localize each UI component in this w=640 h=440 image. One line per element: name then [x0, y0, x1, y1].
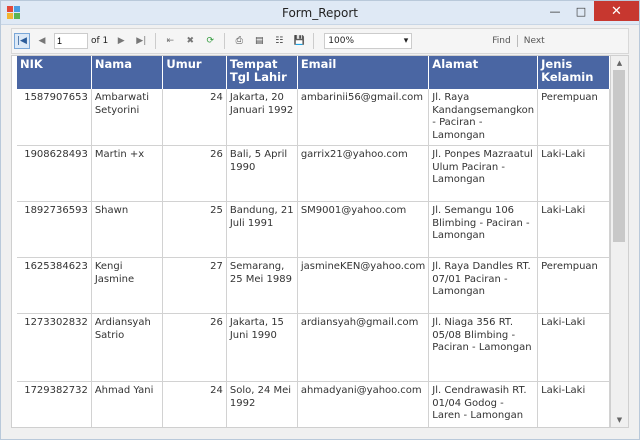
cell-ttl: Jakarta, 15 Juni 1990 [226, 313, 298, 382]
cell-nik: 1729382732 [17, 381, 92, 427]
column-header-ttl: Tempat Tgl Lahir [226, 56, 298, 89]
zoom-select[interactable]: 100% ▾ [324, 33, 413, 49]
cell-alamat: Jl. Niaga 356 RT. 05/08 Blimbing - Pacir… [428, 313, 539, 382]
toolbar-separator [224, 33, 226, 49]
cell-umur: 26 [162, 145, 227, 202]
cell-jenis-kelamin: Laki-Laki [537, 145, 610, 202]
page-count-label: of 1 [91, 36, 109, 46]
cell-umur: 24 [162, 381, 227, 427]
report-window: Form_Report — □ ✕ |◀ ◀ of 1 ▶ ▶| ⇤ ✖ ⟳ ⎙… [0, 0, 640, 440]
column-header-umur: Umur [162, 56, 227, 89]
cell-ttl: Jakarta, 20 Januari 1992 [226, 89, 298, 146]
chevron-down-icon: ▾ [403, 36, 409, 46]
next-page-icon[interactable]: ▶ [113, 33, 129, 49]
report-viewer[interactable]: NIK Nama Umur Tempat Tgl Lahir Email Ala… [11, 55, 611, 428]
minimize-icon[interactable]: — [542, 1, 568, 21]
stop-icon[interactable]: ✖ [182, 33, 198, 49]
cell-alamat: Jl. Ponpes Mazraatul Ulum Paciran - Lamo… [428, 145, 539, 202]
zoom-value: 100% [328, 36, 354, 46]
cell-jenis-kelamin: Perempuan [537, 257, 610, 314]
cell-nama: Martin +x [91, 145, 164, 202]
cell-email: jasmineKEN@yahoo.com [297, 257, 430, 314]
cell-jenis-kelamin: Laki-Laki [537, 313, 610, 382]
cell-umur: 27 [162, 257, 227, 314]
back-icon[interactable]: ⇤ [162, 33, 178, 49]
column-header-nama: Nama [91, 56, 164, 89]
report-toolbar: |◀ ◀ of 1 ▶ ▶| ⇤ ✖ ⟳ ⎙ ▤ ☷ 💾 100% ▾ Find… [11, 28, 629, 54]
cell-nama: Ahmad Yani [91, 381, 164, 427]
cell-ttl: Bandung, 21 Juli 1991 [226, 201, 298, 258]
cell-ttl: Semarang, 25 Mei 1989 [226, 257, 298, 314]
scroll-up-icon[interactable]: ▲ [611, 56, 628, 70]
cell-nik: 1908628493 [17, 145, 92, 202]
cell-nama: Shawn [91, 201, 164, 258]
cell-umur: 26 [162, 313, 227, 382]
maximize-icon[interactable]: □ [568, 1, 594, 21]
next-link[interactable]: Next [524, 36, 545, 46]
cell-nama: Kengi Jasmine [91, 257, 164, 314]
cell-jenis-kelamin: Laki-Laki [537, 381, 610, 427]
page-setup-icon[interactable]: ☷ [271, 33, 287, 49]
cell-email: ardiansyah@gmail.com [297, 313, 430, 382]
cell-email: garrix21@yahoo.com [297, 145, 430, 202]
table-row: 1587907653 Ambarwati Setyorini 24 Jakart… [17, 89, 610, 146]
cell-nik: 1625384623 [17, 257, 92, 314]
cell-alamat: Jl. Cendrawasih RT. 01/04 Godog - Laren … [428, 381, 539, 427]
find-separator [516, 35, 518, 47]
column-header-email: Email [297, 56, 430, 89]
table-row: 1625384623 Kengi Jasmine 27 Semarang, 25… [17, 257, 610, 314]
refresh-icon[interactable]: ⟳ [202, 33, 218, 49]
print-layout-icon[interactable]: ▤ [251, 33, 267, 49]
title-bar[interactable]: Form_Report — □ ✕ [1, 1, 639, 25]
toolbar-separator [155, 33, 157, 49]
vertical-scrollbar[interactable]: ▲ ▼ [611, 55, 629, 428]
table-row: 1892736593 Shawn 25 Bandung, 21 Juli 199… [17, 201, 610, 258]
cell-nama: Ambarwati Setyorini [91, 89, 164, 146]
cell-alamat: Jl. Semangu 106 Blimbing - Paciran - Lam… [428, 201, 539, 258]
cell-ttl: Bali, 5 April 1990 [226, 145, 298, 202]
cell-email: ambarinii56@gmail.com [297, 89, 430, 146]
first-page-icon[interactable]: |◀ [14, 33, 30, 49]
export-icon[interactable]: 💾 [291, 33, 307, 49]
cell-email: SM9001@yahoo.com [297, 201, 430, 258]
cell-nik: 1587907653 [17, 89, 92, 146]
close-icon[interactable]: ✕ [594, 1, 639, 21]
cell-nik: 1273302832 [17, 313, 92, 382]
table-row: 1908628493 Martin +x 26 Bali, 5 April 19… [17, 145, 610, 202]
cell-nik: 1892736593 [17, 201, 92, 258]
table-row: 1729382732 Ahmad Yani 24 Solo, 24 Mei 19… [17, 381, 610, 427]
table-row: 1273302832 Ardiansyah Satrio 26 Jakarta,… [17, 313, 610, 382]
print-icon[interactable]: ⎙ [231, 33, 247, 49]
table-header-row: NIK Nama Umur Tempat Tgl Lahir Email Ala… [17, 56, 610, 89]
find-link[interactable]: Find [492, 36, 510, 46]
cell-ttl: Solo, 24 Mei 1992 [226, 381, 298, 427]
cell-nama: Ardiansyah Satrio [91, 313, 164, 382]
column-header-jenis-kelamin: Jenis Kelamin [537, 56, 610, 89]
report-table: NIK Nama Umur Tempat Tgl Lahir Email Ala… [17, 56, 610, 427]
column-header-nik: NIK [17, 56, 92, 89]
cell-email: ahmadyani@yahoo.com [297, 381, 430, 427]
toolbar-separator [313, 33, 315, 49]
cell-jenis-kelamin: Laki-Laki [537, 201, 610, 258]
last-page-icon[interactable]: ▶| [133, 33, 149, 49]
cell-alamat: Jl. Raya Dandles RT. 07/01 Paciran - Lam… [428, 257, 539, 314]
previous-page-icon[interactable]: ◀ [34, 33, 50, 49]
cell-umur: 24 [162, 89, 227, 146]
cell-umur: 25 [162, 201, 227, 258]
scroll-down-icon[interactable]: ▼ [611, 413, 628, 427]
scrollbar-thumb[interactable] [613, 70, 625, 242]
cell-jenis-kelamin: Perempuan [537, 89, 610, 146]
page-number-input[interactable] [54, 33, 88, 49]
column-header-alamat: Alamat [428, 56, 539, 89]
cell-alamat: Jl. Raya Kandangsemangkon - Paciran - La… [428, 89, 539, 146]
